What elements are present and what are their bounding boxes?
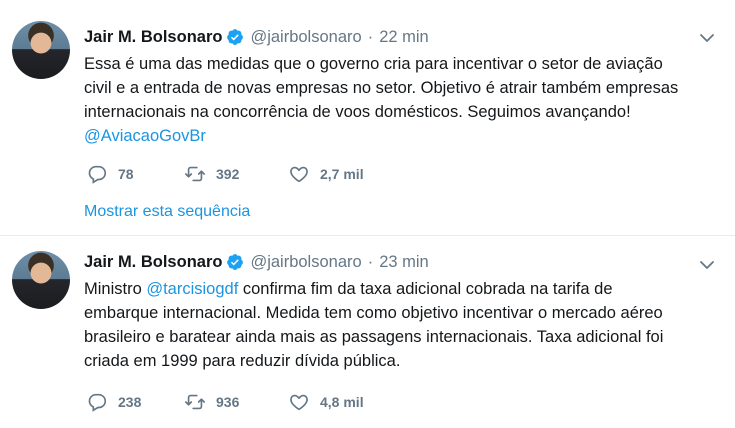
tweet-text-line: criada em 1999 para reduzir dívida públi… [84,352,401,370]
tweet[interactable]: Jair M. Bolsonaro @jairbolsonaro · 23 mi… [0,237,735,428]
separator-dot: · [367,27,374,46]
retweet-button[interactable]: 936 [184,391,288,413]
retweet-count: 392 [216,166,240,182]
tweet-actions: 238 936 4,8 mil [86,391,398,413]
retweet-count: 936 [216,394,240,410]
like-count: 2,7 mil [320,166,364,182]
tweet-text-line: embarque internacional. Medida tem como … [84,304,663,322]
tweet-timestamp[interactable]: 22 min [379,28,429,47]
chevron-down-icon[interactable] [699,32,715,44]
reply-count: 78 [118,166,134,182]
tweet-header: Jair M. Bolsonaro @jairbolsonaro · 23 mi… [84,251,694,273]
mention-link[interactable]: @AviacaoGovBr [84,124,684,148]
separator-dot: · [367,252,374,271]
tweet-text-line: Essa é uma das medidas que o governo cri… [84,55,663,73]
tweet-actions: 78 392 2,7 mil [86,163,398,185]
author-name[interactable]: Jair M. Bolsonaro [84,28,222,47]
heart-icon [290,394,308,411]
like-button[interactable]: 2,7 mil [288,163,398,185]
reply-icon [88,393,107,412]
retweet-icon [185,166,205,182]
retweet-button[interactable]: 392 [184,163,288,185]
reply-button[interactable]: 238 [86,391,184,413]
reply-button[interactable]: 78 [86,163,184,185]
tweet-text-segment: confirma fim da taxa adicional cobrada n… [238,280,613,298]
mention-link[interactable]: @tarcisiogdf [146,280,238,298]
tweet-content: Jair M. Bolsonaro @jairbolsonaro · 22 mi… [84,26,694,148]
tweet-text-line: internacionais na concorrência de voos d… [84,103,631,121]
like-button[interactable]: 4,8 mil [288,391,398,413]
show-thread-link[interactable]: Mostrar esta sequência [84,203,250,221]
avatar[interactable] [12,251,70,309]
tweet-content: Jair M. Bolsonaro @jairbolsonaro · 23 mi… [84,251,694,373]
tweet-text-line: Ministro @tarcisiogdf confirma fim da ta… [84,277,684,301]
tweet-timestamp[interactable]: 23 min [379,253,429,272]
verified-badge-icon [227,254,244,270]
tweet-text-line: brasileiro e baratear ainda mais as pass… [84,328,664,346]
reply-count: 238 [118,394,142,410]
avatar[interactable] [12,21,70,79]
author-handle[interactable]: @jairbolsonaro [250,253,361,272]
reply-icon [88,165,107,184]
author-name[interactable]: Jair M. Bolsonaro [84,253,222,272]
like-count: 4,8 mil [320,394,364,410]
tweet[interactable]: Jair M. Bolsonaro @jairbolsonaro · 22 mi… [0,0,735,236]
retweet-icon [185,394,205,410]
author-handle[interactable]: @jairbolsonaro [250,28,361,47]
verified-badge-icon [227,29,244,45]
heart-icon [290,166,308,183]
tweet-text: Ministro @tarcisiogdf confirma fim da ta… [84,277,684,373]
chevron-down-icon[interactable] [699,259,715,271]
tweet-text-line: civil e a entrada de novas empresas no s… [84,79,679,97]
tweet-text-segment: Ministro [84,280,147,298]
tweet-header: Jair M. Bolsonaro @jairbolsonaro · 22 mi… [84,26,694,48]
tweet-text: Essa é uma das medidas que o governo cri… [84,52,684,148]
